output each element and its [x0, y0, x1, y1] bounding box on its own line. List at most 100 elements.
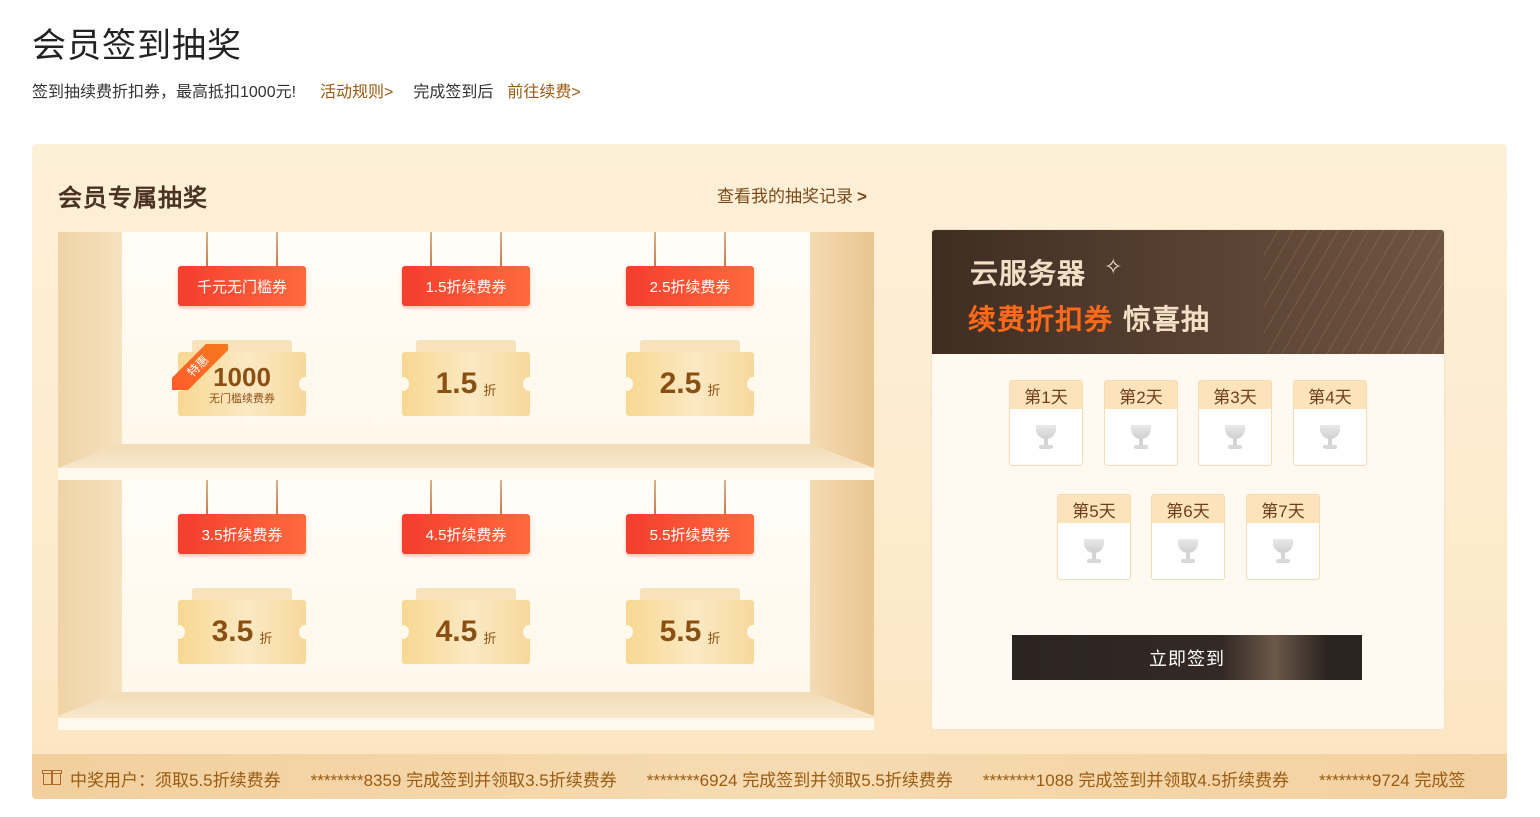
day-slot-1: 第1天 [1009, 380, 1083, 466]
trophy-icon [1271, 539, 1295, 565]
hanging-string [206, 480, 208, 514]
sign-in-button[interactable]: 立即签到 [1012, 635, 1362, 680]
coupon-subtext: 无门槛续费券 [209, 392, 275, 405]
ticker-item: ********6924 完成签到并领取5.5折续费券 [646, 771, 953, 790]
after-sign-text: 完成签到后 [413, 84, 494, 101]
ticket-notch [523, 377, 535, 391]
coupon-value: 1.5 [435, 367, 478, 400]
winner-ticker: 中奖用户：须取5.5折续费券 ********8359 完成签到并领取3.5折续… [32, 754, 1507, 799]
coupon-ticket: 2.5 折 [621, 340, 759, 416]
coupon-unit: 折 [483, 382, 497, 398]
lottery-records-link[interactable]: 查看我的抽奖记录 > [717, 182, 867, 207]
day-label: 第6天 [1152, 495, 1224, 523]
coupon-ticket: 1.5 折 [397, 340, 535, 416]
day-slot-5: 第5天 [1057, 494, 1131, 580]
ticket-body: 2.5 折 [626, 352, 754, 416]
header-decoration [1264, 230, 1444, 354]
chevron-right-icon: > [857, 187, 867, 206]
shelf-bay-bottom: 3.5折续费券 3.5 折 4.5折续费券 4.5 折 5.5折续费券 5.5 … [58, 480, 874, 718]
coupon-ticket: 5.5 折 [621, 588, 759, 664]
ticket-body: 3.5 折 [178, 600, 306, 664]
gift-icon [42, 766, 62, 786]
ticket-notch [621, 377, 633, 391]
panel-title: 会员专属抽奖 [58, 185, 208, 212]
prize-item: 千元无门槛券 1000 无门槛续费券 特惠 [172, 232, 311, 422]
subtitle-text: 签到抽续费折扣券，最高抵扣1000元! [32, 84, 297, 101]
ticket-notch [747, 377, 759, 391]
trophy-icon [1034, 425, 1058, 451]
trophy-icon [1176, 539, 1200, 565]
hanging-string [724, 232, 726, 266]
coupon-value: 2.5 [659, 367, 702, 400]
ticket-notch [747, 625, 759, 639]
prize-item: 4.5折续费券 4.5 折 [397, 480, 535, 670]
hanging-string [500, 232, 502, 266]
prize-tag: 2.5折续费券 [626, 266, 754, 306]
trophy-icon [1318, 425, 1342, 451]
hanging-string [724, 480, 726, 514]
ticker-item: 中奖用户：须取5.5折续费券 [70, 771, 281, 790]
coupon-value: 5.5 [659, 615, 702, 648]
day-slot-2: 第2天 [1104, 380, 1178, 466]
coupon-ticket: 1000 无门槛续费券 特惠 [172, 340, 311, 416]
ticket-notch [397, 625, 409, 639]
ribbon-label: 特惠 [172, 344, 228, 390]
shelf-board [58, 468, 874, 480]
shelf-floor [58, 444, 874, 468]
ticket-notch [397, 377, 409, 391]
day-slot-7: 第7天 [1246, 494, 1320, 580]
ticket-body: 5.5 折 [626, 600, 754, 664]
prize-tag: 3.5折续费券 [178, 514, 306, 554]
hanging-string [276, 232, 278, 266]
prize-tag: 千元无门槛券 [178, 266, 306, 306]
ticket-notch [299, 377, 311, 391]
rules-link[interactable]: 活动规则> [320, 78, 393, 102]
shelf-side-left [58, 232, 122, 468]
hanging-string [430, 232, 432, 266]
day-label: 第5天 [1058, 495, 1130, 523]
day-label: 第3天 [1199, 381, 1271, 409]
ticker-item: ********1088 完成签到并领取4.5折续费券 [982, 771, 1289, 790]
ticket-notch [173, 625, 185, 639]
coupon-ticket: 4.5 折 [397, 588, 535, 664]
card-highlight: 续费折扣券 [968, 304, 1114, 335]
prize-shelf: 千元无门槛券 1000 无门槛续费券 特惠 1.5折续费券 1.5 折 2.5折… [58, 232, 874, 730]
page-title: 会员签到抽奖 [32, 27, 242, 65]
ticker-item: ********9724 完成签 [1318, 771, 1466, 790]
records-link-label: 查看我的抽奖记录 [717, 187, 853, 206]
prize-item: 2.5折续费券 2.5 折 [621, 232, 759, 422]
card-subheadline: 续费折扣券 惊喜抽 [968, 298, 1210, 338]
trophy-icon [1223, 425, 1247, 451]
ticket-body: 4.5 折 [402, 600, 530, 664]
prize-item: 3.5折续费券 3.5 折 [173, 480, 311, 670]
ticket-notch [621, 625, 633, 639]
shelf-side-right [810, 232, 874, 468]
ticker-item: ********8359 完成签到并领取3.5折续费券 [310, 771, 617, 790]
coupon-value: 3.5 [211, 615, 254, 648]
trophy-icon [1129, 425, 1153, 451]
renew-link[interactable]: 前往续费> [507, 78, 580, 102]
ticker-text: 中奖用户：须取5.5折续费券 ********8359 完成签到并领取3.5折续… [70, 766, 1495, 791]
card-highlight-rest: 惊喜抽 [1123, 304, 1211, 335]
hanging-string [500, 480, 502, 514]
day-slot-3: 第3天 [1198, 380, 1272, 466]
shelf-board [58, 718, 874, 730]
prize-item: 5.5折续费券 5.5 折 [621, 480, 759, 670]
prize-tag: 5.5折续费券 [626, 514, 754, 554]
coupon-unit: 折 [707, 630, 721, 646]
ticket-body: 1.5 折 [402, 352, 530, 416]
coupon-unit: 折 [483, 630, 497, 646]
signin-card-header: 云服务器 ✧ 续费折扣券 惊喜抽 [932, 230, 1444, 354]
coupon-unit: 折 [259, 630, 273, 646]
lottery-panel: 会员专属抽奖 查看我的抽奖记录 > 千元无门槛券 1000 无门槛续费券 特惠 … [32, 144, 1507, 799]
card-headline: 云服务器 [970, 258, 1087, 289]
coupon-unit: 折 [707, 382, 721, 398]
trophy-icon [1082, 539, 1106, 565]
day-label: 第2天 [1105, 381, 1177, 409]
hanging-string [430, 480, 432, 514]
special-ribbon: 特惠 [172, 344, 228, 390]
shelf-side-right [810, 480, 874, 716]
hanging-string [654, 232, 656, 266]
hanging-string [206, 232, 208, 266]
coupon-ticket: 3.5 折 [173, 588, 311, 664]
